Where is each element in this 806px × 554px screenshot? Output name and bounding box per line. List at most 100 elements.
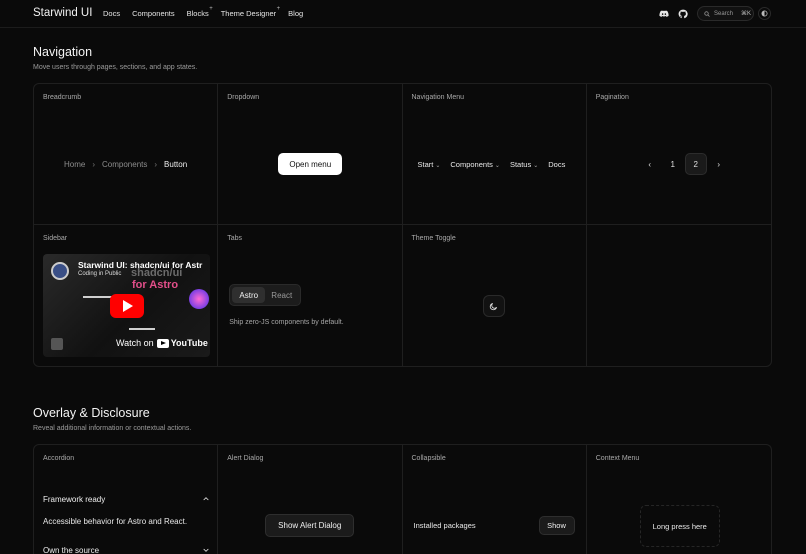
nav-blocks[interactable]: Blocks + <box>186 6 213 18</box>
card-label: Theme Toggle <box>411 235 456 242</box>
card-accordion: Accordion Framework ready Accessible beh… <box>34 445 219 554</box>
watch-on-youtube[interactable]: Watch on YouTube <box>116 338 208 348</box>
chevron-left-icon[interactable]: ‹ <box>639 153 661 175</box>
navigation-menu: Start ⌄ Components ⌄ Status ⌄ Docs <box>418 160 566 169</box>
card-alert-dialog: Alert Dialog Show Alert Dialog <box>218 445 403 554</box>
search-icon <box>704 10 710 17</box>
github-icon[interactable] <box>678 9 688 19</box>
tab-astro[interactable]: Astro <box>232 287 266 303</box>
navmenu-components-label: Components <box>450 160 493 169</box>
discord-icon[interactable] <box>659 9 669 19</box>
card-label: Alert Dialog <box>227 455 264 462</box>
nav-theme-designer[interactable]: Theme Designer + <box>220 6 280 18</box>
breadcrumb: Home › Components › Button <box>64 160 187 169</box>
chevron-right-icon: › <box>92 160 96 169</box>
search-shortcut: ⌘K <box>741 11 752 17</box>
chevron-right-icon: › <box>154 160 158 169</box>
page-2[interactable]: 2 <box>684 153 707 175</box>
navmenu-components[interactable]: Components ⌄ <box>450 160 500 169</box>
nav-components-label: Components <box>132 9 175 18</box>
context-menu-trigger-area[interactable]: Long press here <box>639 505 720 547</box>
decorative-line <box>129 328 155 330</box>
youtube-label: YouTube <box>170 338 208 348</box>
accordion-trigger-own-the-source[interactable]: Own the source <box>43 546 210 554</box>
theme-icon <box>761 10 768 17</box>
accordion-content: Accessible behavior for Astro and React. <box>43 517 188 526</box>
nav-blocks-label: Blocks <box>186 9 209 18</box>
chevron-down-icon: ⌄ <box>533 163 539 169</box>
channel-avatar <box>51 262 69 280</box>
overlay-grid: Accordion Framework ready Accessible beh… <box>33 444 772 554</box>
search-label: Search <box>714 10 734 17</box>
video-thumbnail[interactable]: Starwind UI: shadcn/ui for Astr Coding i… <box>43 254 210 357</box>
open-menu-button[interactable]: Open menu <box>278 153 343 175</box>
show-alert-dialog-button[interactable]: Show Alert Dialog <box>265 514 355 537</box>
breadcrumb-components[interactable]: Components <box>102 160 147 169</box>
collapsible-title: Installed packages <box>413 521 476 530</box>
tab-content: Ship zero-JS components by default. <box>229 319 344 326</box>
video-overlay-text-1: shadcn/ui <box>131 267 183 279</box>
navmenu-start[interactable]: Start ⌄ <box>418 160 441 169</box>
corner-logo-icon <box>51 338 63 350</box>
accordion-title: Own the source <box>43 546 100 554</box>
nav-blog-label: Blog <box>288 9 304 18</box>
navigation-grid: Breadcrumb Home › Components › Button Dr… <box>33 83 772 367</box>
youtube-logo: YouTube <box>156 338 208 348</box>
card-label: Tabs <box>227 235 243 242</box>
card-tabs: Tabs Astro React Ship zero-JS components… <box>218 225 403 366</box>
header-icons <box>659 9 688 19</box>
card-label: Breadcrumb <box>43 94 82 101</box>
main-nav: Docs Components Blocks + Theme Designer + … <box>103 6 311 18</box>
card-breadcrumb: Breadcrumb Home › Components › Button <box>34 84 219 225</box>
breadcrumb-current: Button <box>164 160 188 169</box>
chevron-right-icon[interactable]: › <box>708 153 730 175</box>
play-icon[interactable] <box>110 294 144 318</box>
breadcrumb-home[interactable]: Home <box>64 160 85 169</box>
card-label: Dropdown <box>227 94 260 101</box>
pagination: ‹ 1 2 › <box>639 153 731 175</box>
youtube-icon <box>156 338 169 348</box>
accordion-trigger-framework-ready[interactable]: Framework ready <box>43 495 210 504</box>
nav-blog[interactable]: Blog <box>288 9 303 18</box>
top-header: Starwind UI Docs Components Blocks + Them… <box>0 0 806 28</box>
theme-toggle-button[interactable] <box>482 295 505 317</box>
navmenu-status-label: Status <box>509 160 532 169</box>
card-label: Context Menu <box>595 455 640 462</box>
card-label: Accordion <box>43 455 75 462</box>
tab-react[interactable]: React <box>265 287 298 303</box>
astro-logo-icon <box>189 289 209 309</box>
nav-theme-designer-label: Theme Designer <box>220 9 277 18</box>
collapsible-show-button[interactable]: Show <box>538 516 575 535</box>
card-label: Pagination <box>595 94 629 101</box>
section-desc-navigation: Move users through pages, sections, and … <box>33 64 198 71</box>
video-overlay-text-2: for Astro <box>132 279 179 291</box>
page-1[interactable]: 1 <box>662 153 684 175</box>
accordion-title: Framework ready <box>43 495 106 504</box>
video-channel: Coding in Public <box>78 271 122 277</box>
card-pagination: Pagination ‹ 1 2 › <box>586 84 771 225</box>
nav-theme-designer-badge: + <box>276 6 281 12</box>
moon-icon <box>489 302 497 310</box>
section-desc-overlay: Reveal additional information or context… <box>33 425 192 432</box>
card-navigation-menu: Navigation Menu Start ⌄ Components ⌄ Statu… <box>402 84 587 225</box>
navmenu-docs[interactable]: Docs <box>548 160 565 169</box>
search-button[interactable]: Search ⌘K <box>697 6 754 21</box>
chevron-up-icon <box>203 497 209 501</box>
nav-docs-label: Docs <box>103 9 121 18</box>
brand-logo[interactable]: Starwind UI <box>33 7 92 19</box>
section-title-navigation: Navigation <box>33 45 93 59</box>
tabs-list: Astro React <box>229 284 302 306</box>
header-theme-toggle[interactable] <box>758 7 771 20</box>
navmenu-status[interactable]: Status ⌄ <box>510 160 538 169</box>
chevron-down-icon: ⌄ <box>435 163 441 169</box>
card-context-menu: Context Menu Long press here <box>587 445 771 554</box>
nav-docs[interactable]: Docs <box>103 9 120 18</box>
card-collapsible: Collapsible Installed packages Show <box>403 445 587 554</box>
navmenu-start-label: Start <box>417 160 434 169</box>
card-empty <box>587 225 771 366</box>
nav-components[interactable]: Components <box>132 9 175 18</box>
chevron-down-icon: ⌄ <box>494 163 500 169</box>
watch-on-label: Watch on <box>116 338 154 348</box>
section-title-overlay: Overlay & Disclosure <box>33 406 150 420</box>
card-label: Navigation Menu <box>411 94 465 101</box>
